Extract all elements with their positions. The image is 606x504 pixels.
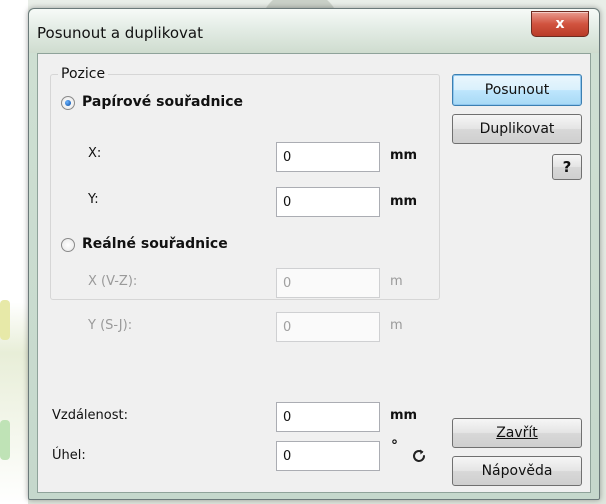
real-x-input[interactable] [276,268,380,298]
background-shape [0,300,10,340]
close-button[interactable]: Zavřít [452,418,582,448]
paper-coordinates-radio[interactable] [61,96,75,110]
distance-unit: mm [390,408,418,423]
move-button[interactable]: Posunout [452,74,582,106]
move-duplicate-dialog: Posunout a duplikovat x Pozice Papírové … [28,8,600,500]
position-group-legend: Pozice [58,66,109,82]
reset-angle-icon[interactable] [410,447,428,465]
paper-x-input[interactable] [276,142,380,172]
close-icon: x [555,16,565,32]
paper-coordinates-label[interactable]: Papírové souřadnice [82,94,243,110]
distance-label: Vzdálenost: [52,408,128,423]
question-icon[interactable]: ? [552,154,582,180]
real-coordinates-radio[interactable] [61,238,75,252]
paper-y-input[interactable] [276,187,380,217]
real-y-label: Y (S-J): [88,318,133,333]
dialog-client-area: Pozice Papírové souřadnice X: mm Y: mm R… [37,53,591,493]
background-shape [0,420,10,460]
real-x-label: X (V-Z): [88,274,138,289]
real-y-unit: m [390,318,403,333]
paper-y-label: Y: [88,192,99,207]
title-bar[interactable]: Posunout a duplikovat x [29,9,599,53]
real-x-unit: m [390,274,403,289]
paper-x-unit: mm [390,148,418,163]
duplicate-button[interactable]: Duplikovat [452,114,582,144]
paper-x-label: X: [88,146,102,161]
angle-input[interactable] [276,441,380,471]
close-window-button[interactable]: x [531,11,589,37]
window-title: Posunout a duplikovat [37,24,203,42]
real-y-input[interactable] [276,312,380,342]
paper-y-unit: mm [390,194,418,209]
angle-label: Úhel: [52,448,86,463]
help-button[interactable]: Nápověda [452,456,582,486]
reset-icon [413,449,425,462]
background-left-strip [0,0,28,504]
angle-unit: ° [391,438,398,454]
real-coordinates-label[interactable]: Reálné souřadnice [82,236,228,252]
distance-input[interactable] [276,402,380,432]
close-button-label: Zavřít [496,425,538,441]
